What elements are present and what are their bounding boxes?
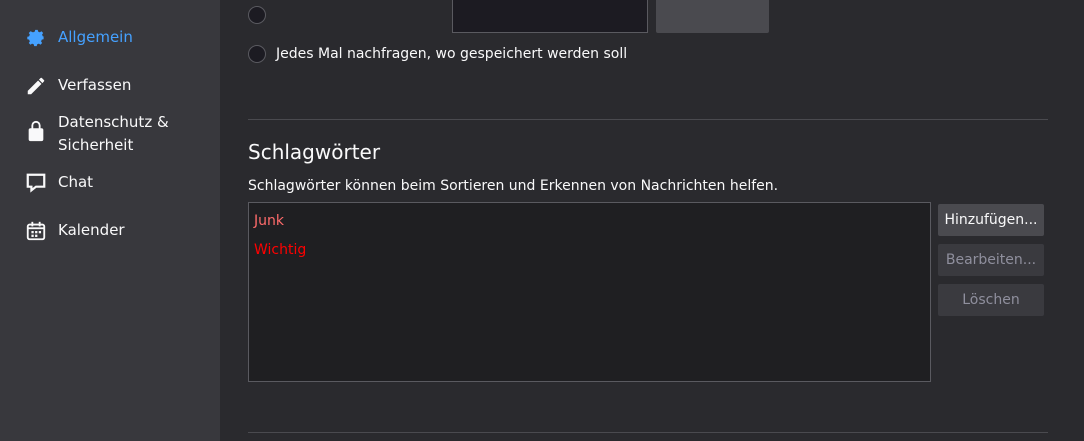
delete-tag-button[interactable]: Löschen [938,284,1044,316]
pencil-icon [24,74,48,98]
ask-save-location-radio[interactable] [248,45,266,63]
edit-tag-button[interactable]: Bearbeiten... [938,244,1044,276]
save-location-radio[interactable] [248,6,266,24]
sidebar: Allgemein Verfassen Datenschutz & Sicher… [0,0,220,441]
lock-icon [24,119,48,143]
browse-button[interactable] [656,0,769,33]
preferences-window: Allgemein Verfassen Datenschutz & Sicher… [0,0,1084,441]
sidebar-item-privacy-security[interactable]: Datenschutz & Sicherheit [24,111,188,157]
sidebar-item-label: Allgemein [58,28,133,46]
sidebar-item-calendar[interactable]: Kalender [24,219,188,243]
tags-section-title: Schlagwörter [248,140,381,164]
sidebar-item-general[interactable]: Allgemein [24,26,188,50]
gear-icon [24,26,48,50]
sidebar-item-chat[interactable]: Chat [24,171,188,195]
chat-bubble-icon [24,171,48,195]
tags-list[interactable]: Junk Wichtig [248,202,931,382]
section-divider [248,432,1048,433]
main-content: Jedes Mal nachfragen, wo gespeichert wer… [220,0,1084,441]
sidebar-item-label: Kalender [58,221,125,239]
sidebar-item-label: Verfassen [58,76,132,94]
sidebar-item-label: Datenschutz & Sicherheit [58,113,169,154]
tag-item-junk[interactable]: Junk [254,207,925,236]
sidebar-item-compose[interactable]: Verfassen [24,74,188,98]
tag-item-important[interactable]: Wichtig [254,236,925,265]
ask-save-location-label: Jedes Mal nachfragen, wo gespeichert wer… [276,46,628,62]
sidebar-item-label: Chat [58,173,94,191]
calendar-icon [24,219,48,243]
section-divider [248,119,1048,120]
tags-section-description: Schlagwörter können beim Sortieren und E… [248,178,779,194]
ask-save-location-row[interactable]: Jedes Mal nachfragen, wo gespeichert wer… [248,45,627,63]
add-tag-button[interactable]: Hinzufügen... [938,204,1044,236]
download-folder-field[interactable] [452,0,648,33]
